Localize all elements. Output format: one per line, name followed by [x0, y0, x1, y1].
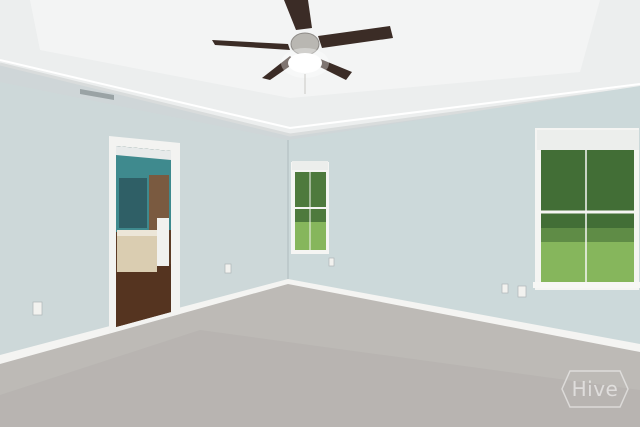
cable-outlet: [501, 283, 509, 294]
vanity-countertop: [117, 230, 159, 236]
watermark-logo: Hive: [560, 369, 630, 409]
left-wall-outlet: [32, 301, 43, 316]
left-window-blind: [292, 161, 328, 170]
bathroom-vanity: [117, 234, 157, 272]
window-outlet: [517, 285, 527, 298]
wall-outlet: [224, 263, 232, 274]
bathroom-door: [157, 218, 169, 266]
room-illustration: [0, 0, 640, 427]
right-window-blind: [537, 130, 639, 150]
room-photo: Hive: [0, 0, 640, 427]
right-wall-outlet: [328, 257, 335, 267]
right-window-sill: [533, 282, 640, 288]
right-window-hedge: [541, 228, 634, 242]
fan-light-glow: [281, 48, 329, 78]
watermark-text: Hive: [571, 377, 619, 401]
bathroom-mirror: [119, 178, 147, 228]
right-window-trees: [541, 148, 634, 228]
